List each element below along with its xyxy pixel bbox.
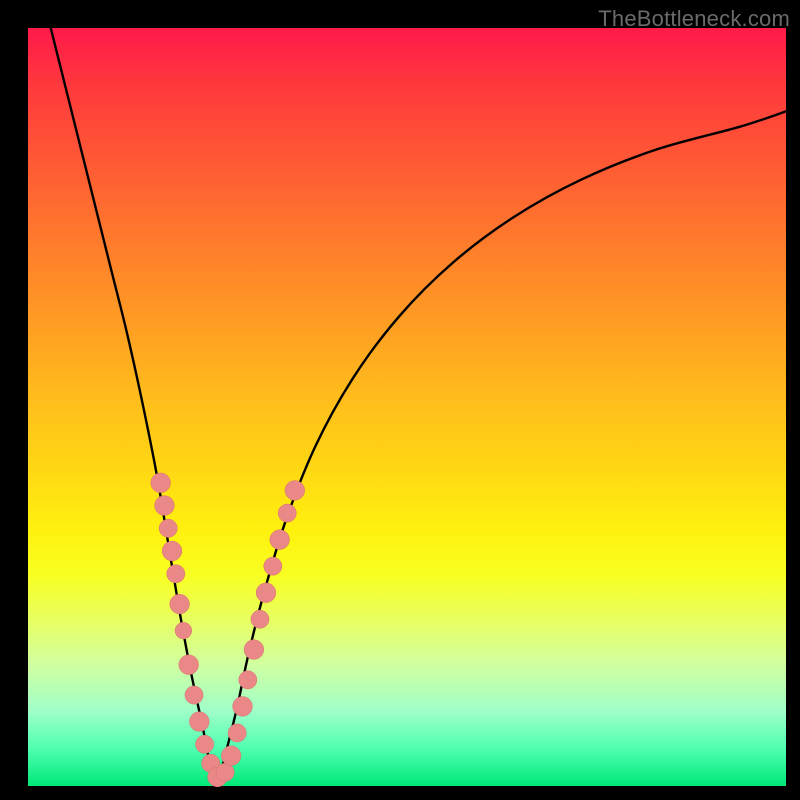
data-marker [170,594,190,614]
chart-frame: TheBottleneck.com [0,0,800,800]
data-marker [233,697,253,717]
data-marker [167,565,185,583]
curve-layer [28,28,786,786]
data-marker [216,763,234,781]
data-marker [221,746,241,766]
data-marker [185,686,203,704]
data-marker [175,622,192,639]
data-marker [189,712,209,732]
data-marker [285,481,305,501]
data-marker [270,530,290,550]
data-marker [179,655,199,675]
data-marker [196,735,214,753]
data-marker [155,496,175,516]
data-marker [159,519,177,537]
data-marker [239,671,257,689]
plot-area [28,28,786,786]
data-marker [244,640,264,660]
data-marker [162,541,182,561]
data-marker [256,583,276,603]
data-marker [251,610,269,628]
watermark-text: TheBottleneck.com [598,6,790,32]
data-marker [151,473,171,493]
data-marker [264,557,282,575]
data-marker [278,504,296,522]
curve-right-branch [218,111,787,786]
data-marker [228,724,246,742]
